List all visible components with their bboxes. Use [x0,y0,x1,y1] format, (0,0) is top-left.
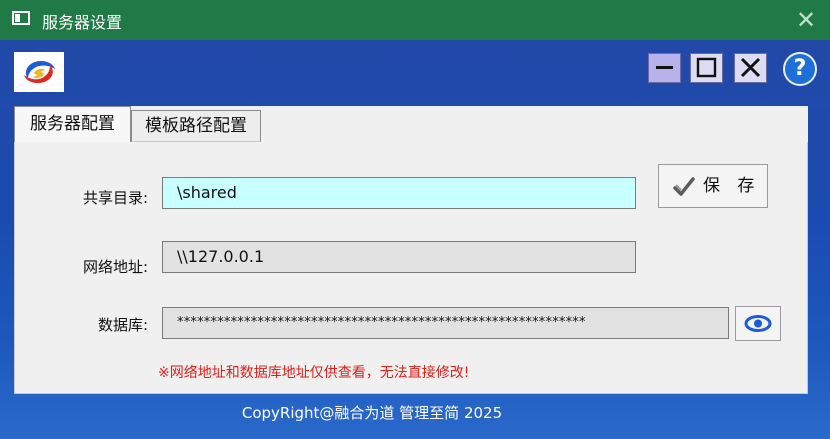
checkmark-icon [673,177,695,196]
maximize-button[interactable] [690,53,723,83]
close-button[interactable] [734,53,767,83]
help-button[interactable]: ? [783,52,817,86]
tab-server-config[interactable]: 服务器配置 [14,106,131,142]
share-dir-label: 共享目录: [82,189,148,207]
help-icon: ? [793,56,807,81]
net-address-label: 网络地址: [82,258,148,276]
database-label: 数据库: [97,316,148,334]
window-title: 服务器设置 [42,13,123,32]
app-window-icon [12,11,30,25]
share-dir-input[interactable]: \shared [162,177,636,209]
tab-template-path-config[interactable]: 模板路径配置 [131,110,261,142]
save-button[interactable]: 保 存 [658,164,768,208]
maximize-icon [696,57,717,78]
net-address-field: \\127.0.0.1 [162,241,636,273]
minimize-button[interactable] [648,53,681,83]
show-password-button[interactable] [735,306,781,341]
title-bar: 服务器设置 ✕ [0,0,830,40]
tab-strip: 服务器配置 模板路径配置 [14,106,808,142]
readonly-notice: ※网络地址和数据库地址仅供查看，无法直接修改! [158,365,470,381]
app-logo [14,52,64,92]
minimize-icon [656,66,673,69]
title-close-button[interactable]: ✕ [792,6,820,34]
eye-icon [744,315,772,332]
copyright-footer: CopyRight@融合为道 管理至简 2025 [241,404,503,422]
database-field: ****************************************… [162,307,729,339]
logo-icon [24,61,55,83]
save-button-label: 保 存 [703,176,761,196]
close-icon [740,57,761,78]
